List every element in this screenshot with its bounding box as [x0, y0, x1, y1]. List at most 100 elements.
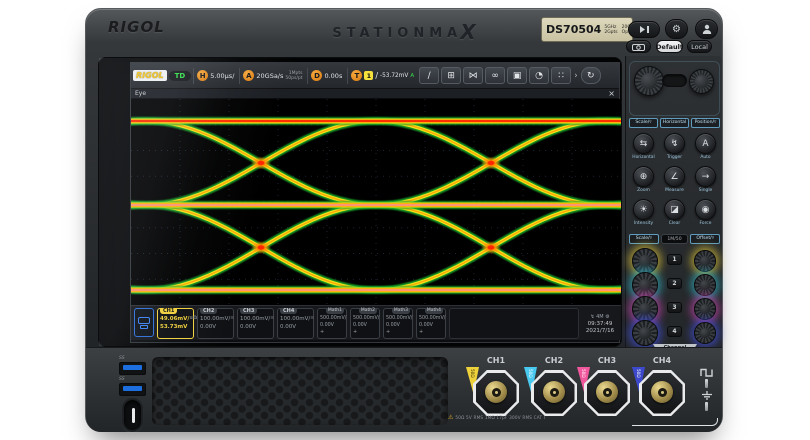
ch3-offset-knob[interactable] [694, 298, 716, 320]
channel-box-ch4[interactable]: CH4 100.00mV/≡ 0.00V [277, 308, 314, 339]
close-icon[interactable]: × [608, 91, 615, 97]
auto-button[interactable]: A [695, 133, 716, 154]
mask-test-icon: ▣ [513, 71, 522, 81]
ch1-bnc-connector[interactable]: 50Ω [473, 370, 519, 416]
ch2-bnc-connector[interactable]: 50Ω [531, 370, 577, 416]
math-box-2[interactable]: Math2 500.00mV/0.00V+ [350, 308, 380, 339]
ch1-offset: 53.73mV [160, 323, 187, 331]
probe-comp-signal-pin[interactable] [705, 379, 708, 388]
label-horizontal: Horizontal [660, 118, 689, 128]
default-button[interactable]: Default [656, 40, 683, 53]
user-button[interactable] [695, 19, 718, 39]
apps-grid-icon: ∷ [558, 71, 564, 81]
delay-group[interactable]: D 0.00s [307, 68, 345, 84]
ch4-enable-button[interactable]: 4 [667, 326, 682, 337]
eye-window-title: Eye [135, 90, 146, 97]
trigger-icon: ↯ [671, 139, 679, 149]
trigger-source-badge: 1 [364, 71, 373, 80]
search-grid-icon: ⊞ [447, 71, 455, 81]
apps-menu-button[interactable]: ∷ [551, 67, 571, 84]
ch4-connector-label: CH4 [639, 356, 685, 365]
toolbar-more-button[interactable]: › [573, 71, 579, 81]
power-button[interactable] [122, 398, 143, 432]
zoom-button[interactable]: ⊕ [633, 166, 654, 187]
acquisition-mode-badge[interactable]: TD [169, 71, 192, 81]
ground-icon [700, 391, 714, 400]
screen-toolbar: RIGOL TD H 5.00μs/ A 20GSa/s 1Mpts50ps/p… [131, 63, 619, 89]
ch3-bnc-connector[interactable]: 50Ω [584, 370, 630, 416]
usb-port-2[interactable] [119, 383, 146, 396]
history-button[interactable]: ◔ [529, 67, 549, 84]
horizontal-button[interactable]: ⇆ [633, 133, 654, 154]
navigate-pill-button[interactable] [662, 74, 687, 87]
screenshot-button[interactable] [626, 40, 651, 53]
horizontal-scale-knob[interactable] [634, 66, 664, 96]
track-tool-button[interactable]: ∞ [485, 67, 505, 84]
search-tool-button[interactable]: ⊞ [441, 67, 461, 84]
math-box-3[interactable]: Math3 500.00mV/0.00V+ [383, 308, 413, 339]
clear-button[interactable]: ◪ [664, 199, 685, 220]
zoom-icon: ⊕ [640, 172, 648, 182]
acquire-group[interactable]: A 20GSa/s 1Mpts50ps/pt [239, 68, 305, 84]
measure-tool-button[interactable]: ∕ [419, 67, 439, 84]
math-box-1[interactable]: Math1 500.00mV/0.00V+ [317, 308, 347, 339]
analysis-tool-button[interactable] [134, 308, 154, 337]
trigger-button[interactable]: ↯ [664, 133, 685, 154]
ch4-offset: 0.00V [280, 323, 296, 331]
delay-value: 0.00s [324, 72, 342, 80]
power-icon [132, 408, 135, 423]
ch2-scale-knob[interactable] [632, 272, 658, 298]
input-rating-warning: ⚠ 50Ω 5V RMS 1MΩ 17pF 300V RMS CAT I [448, 414, 545, 421]
local-button[interactable]: Local [687, 40, 712, 53]
ch2-enable-button[interactable]: 2 [667, 278, 682, 289]
refresh-icon: ↻ [587, 71, 595, 81]
intensity-button[interactable]: ☀ [633, 199, 654, 220]
ch3-scale-knob[interactable] [632, 296, 658, 322]
usb-port-1[interactable] [119, 362, 146, 375]
measure-button[interactable]: ∠ [664, 166, 685, 187]
mask-tool-button[interactable]: ▣ [507, 67, 527, 84]
ch4-offset-knob[interactable] [694, 322, 716, 344]
trigger-group[interactable]: T 1 ∕ -53.72mV A [347, 68, 417, 84]
rising-edge-icon: ∕ [375, 71, 378, 80]
ch1-offset-knob[interactable] [694, 250, 716, 272]
ch1-enable-button[interactable]: 1 [667, 254, 682, 265]
impedance-display[interactable]: 1M/50 [661, 234, 689, 244]
touch-lock-button[interactable]: ⚙ [665, 19, 688, 39]
refresh-button[interactable]: ↻ [581, 67, 601, 84]
system-time: 09:37:49 [588, 321, 613, 327]
ch3-scale: 100.00mV/ [240, 315, 270, 323]
sample-rate-value: 20GSa/s [256, 72, 283, 80]
label-horizontal-position: Position/▿ [691, 118, 720, 128]
probe-comp-ground-pin[interactable] [705, 402, 708, 411]
ch1-scale-knob[interactable] [632, 248, 658, 274]
channel-3-row: 3 [626, 296, 723, 320]
single-button[interactable]: → [695, 166, 716, 187]
square-wave-icon [700, 368, 714, 377]
chevron-right-icon: › [574, 71, 578, 81]
bnc-ring [596, 381, 618, 403]
channel-box-ch3[interactable]: CH3 100.00mV/≡ 0.00V [237, 308, 274, 339]
display-screen: RIGOL TD H 5.00μs/ A 20GSa/s 1Mpts50ps/p… [98, 57, 622, 347]
eye-tool-button[interactable]: ⋈ [463, 67, 483, 84]
channel-box-ch1[interactable]: CH1 49.06mV/≡Ω 53.73mV [157, 308, 194, 339]
label-vertical-offset: Offset/▿ [690, 234, 720, 244]
link-icon: ↯ [590, 314, 594, 320]
channel-box-ch2[interactable]: CH2 100.00mV/≡ 0.00V [197, 308, 234, 339]
horizontal-scale-group[interactable]: H 5.00μs/ [193, 68, 237, 84]
d-icon: D [311, 70, 322, 81]
channel-knob-section: 1 2 3 4 [626, 248, 723, 344]
ch2-offset-knob[interactable] [694, 274, 716, 296]
ch3-enable-button[interactable]: 3 [667, 302, 682, 313]
horizontal-position-knob[interactable] [689, 69, 714, 94]
play-pause-button[interactable] [628, 21, 660, 38]
ch4-bnc-connector[interactable]: 50Ω [639, 370, 685, 416]
ch4-scale-knob[interactable] [632, 320, 658, 346]
force-button[interactable]: ◉ [695, 199, 716, 220]
horizontal-scale-value: 5.00μs/ [210, 72, 234, 80]
system-date: 2021/7/16 [586, 328, 614, 334]
decor-bracket-line [632, 418, 718, 426]
bnc-ring [651, 381, 673, 403]
math-box-4[interactable]: Math4 500.00mV/0.00V+ [416, 308, 446, 339]
trigger-level-value: -53.72mV [380, 73, 408, 79]
